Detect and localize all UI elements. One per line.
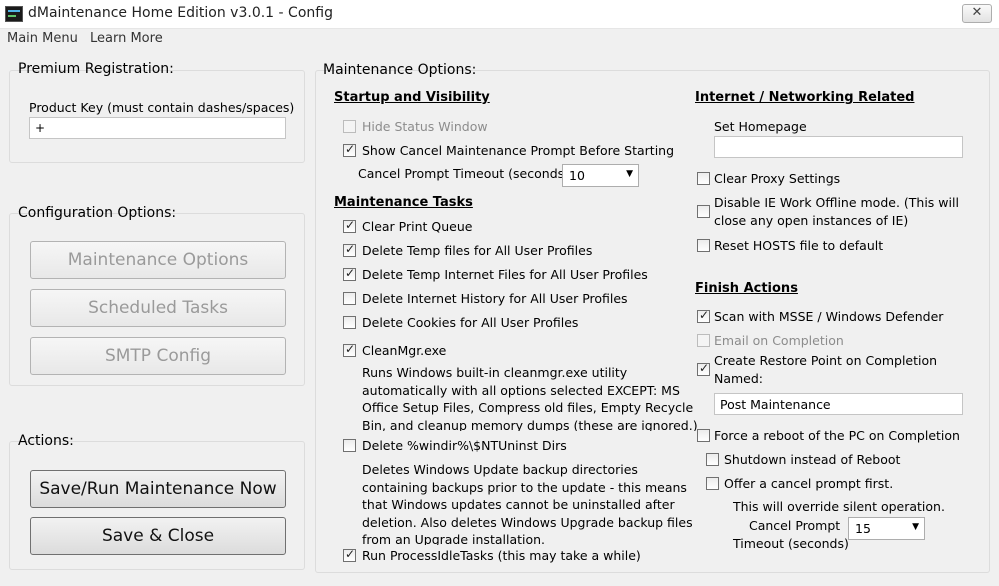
show-cancel-prompt-checkbox[interactable]: [343, 142, 356, 157]
product-key-input[interactable]: +: [29, 117, 286, 139]
override-silent-note: This will override silent operation.: [733, 499, 945, 514]
force-reboot-label: Force a reboot of the PC on Completion: [714, 428, 960, 443]
cleanmgr-checkbox[interactable]: [343, 342, 356, 357]
ie-offline-checkbox[interactable]: [697, 205, 710, 218]
clear-proxy-checkbox[interactable]: [697, 172, 710, 185]
cancel-timeout-label-line2: Timeout (seconds): [733, 536, 849, 551]
clear-print-queue-checkbox[interactable]: [343, 218, 356, 233]
ntuninst-checkbox[interactable]: [343, 439, 356, 452]
delete-temp-files-checkbox[interactable]: [343, 242, 356, 257]
save-close-button[interactable]: Save & Close: [30, 517, 286, 555]
hide-status-checkbox[interactable]: [343, 120, 356, 133]
startup-visibility-heading: Startup and Visibility: [334, 90, 490, 105]
restore-point-checkbox[interactable]: [697, 361, 710, 376]
cancel-timeout-label-line1: Cancel Prompt: [749, 518, 841, 533]
cancel-prompt-timeout-label: Cancel Prompt Timeout (seconds): [358, 166, 570, 181]
title-bar: dMaintenance Home Edition v3.0.1 - Confi…: [0, 0, 999, 29]
chevron-down-icon: ▼: [912, 522, 919, 532]
close-button[interactable]: ✕: [962, 4, 992, 23]
scan-msse-checkbox[interactable]: [697, 308, 710, 323]
scheduled-tasks-button[interactable]: Scheduled Tasks: [30, 289, 286, 327]
ntuninst-label: Delete %windir%\$NTUninst Dirs: [362, 438, 567, 453]
homepage-input[interactable]: [714, 136, 963, 158]
ie-offline-label-line1: Disable IE Work Offline mode. (This will: [714, 195, 959, 210]
smtp-config-button[interactable]: SMTP Config: [30, 337, 286, 375]
ie-offline-label-line2: close any open instances of IE): [714, 213, 909, 228]
finish-cancel-timeout-value: 15: [855, 521, 871, 536]
cancel-prompt-timeout-select[interactable]: 10 ▼: [562, 164, 639, 187]
premium-registration-title: Premium Registration:: [18, 61, 174, 77]
set-homepage-label: Set Homepage: [714, 119, 807, 134]
clear-proxy-label: Clear Proxy Settings: [714, 171, 841, 186]
offer-cancel-prompt-checkbox[interactable]: [706, 477, 719, 490]
actions-title: Actions:: [18, 433, 74, 449]
cleanmgr-label: CleanMgr.exe: [362, 343, 447, 358]
offer-cancel-prompt-label: Offer a cancel prompt first.: [724, 476, 894, 491]
menu-item-learn-more[interactable]: Learn More: [90, 31, 163, 46]
window-title: dMaintenance Home Edition v3.0.1 - Confi…: [28, 5, 333, 21]
delete-internet-history-checkbox[interactable]: [343, 292, 356, 305]
reset-hosts-checkbox[interactable]: [697, 239, 710, 252]
scan-msse-label: Scan with MSSE / Windows Defender: [714, 309, 944, 324]
delete-temp-internet-files-label: Delete Temp Internet Files for All User …: [362, 267, 648, 282]
delete-cookies-label: Delete Cookies for All User Profiles: [362, 315, 579, 330]
delete-temp-internet-files-checkbox[interactable]: [343, 266, 356, 281]
maintenance-options-title: Maintenance Options:: [323, 62, 477, 78]
restore-point-name-input[interactable]: Post Maintenance: [714, 393, 963, 415]
maintenance-options-button[interactable]: Maintenance Options: [30, 241, 286, 279]
restore-point-label-line2: Named:: [714, 371, 764, 386]
delete-cookies-checkbox[interactable]: [343, 316, 356, 329]
process-idle-tasks-checkbox[interactable]: [343, 547, 356, 562]
clear-print-queue-label: Clear Print Queue: [362, 219, 473, 234]
finish-actions-heading: Finish Actions: [695, 281, 798, 296]
delete-temp-files-label: Delete Temp files for All User Profiles: [362, 243, 593, 258]
delete-internet-history-label: Delete Internet History for All User Pro…: [362, 291, 628, 306]
configuration-options-title: Configuration Options:: [18, 205, 177, 221]
chevron-down-icon: ▼: [626, 169, 633, 179]
email-on-completion-checkbox[interactable]: [697, 334, 710, 347]
process-idle-tasks-label: Run ProcessIdleTasks (this may take a wh…: [362, 548, 641, 563]
ntuninst-description: Deletes Windows Update backup directorie…: [362, 462, 693, 545]
internet-networking-heading: Internet / Networking Related: [695, 90, 915, 105]
save-run-maintenance-button[interactable]: Save/Run Maintenance Now: [30, 470, 286, 508]
menu-bar: Main Menu Learn More: [0, 29, 999, 49]
shutdown-instead-label: Shutdown instead of Reboot: [724, 452, 901, 467]
show-cancel-prompt-label: Show Cancel Maintenance Prompt Before St…: [362, 143, 675, 158]
cleanmgr-description: Runs Windows built-in cleanmgr.exe utili…: [362, 365, 698, 431]
restore-point-label-line1: Create Restore Point on Completion: [714, 353, 938, 368]
email-on-completion-label: Email on Completion: [714, 333, 844, 348]
cancel-prompt-timeout-value: 10: [569, 168, 585, 183]
shutdown-instead-checkbox[interactable]: [706, 453, 719, 466]
app-icon: [5, 6, 23, 22]
force-reboot-checkbox[interactable]: [697, 429, 710, 442]
maintenance-tasks-heading: Maintenance Tasks: [334, 195, 473, 210]
reset-hosts-label: Reset HOSTS file to default: [714, 238, 884, 253]
menu-item-main-menu[interactable]: Main Menu: [7, 31, 78, 46]
product-key-label: Product Key (must contain dashes/spaces): [29, 100, 295, 115]
finish-cancel-timeout-select[interactable]: 15 ▼: [848, 517, 925, 540]
hide-status-label: Hide Status Window: [362, 119, 488, 134]
